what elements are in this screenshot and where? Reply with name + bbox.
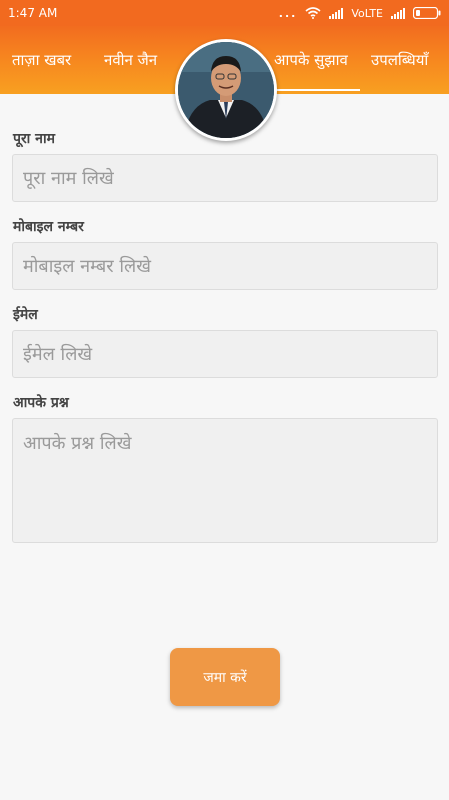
tab-naveen-jain[interactable]: नवीन जैन xyxy=(104,50,157,70)
profile-photo xyxy=(178,42,274,138)
question-label: आपके प्रश्न xyxy=(13,395,69,411)
submit-button[interactable]: जमा करें xyxy=(170,648,280,706)
tab-latest-news[interactable]: ताज़ा खबर xyxy=(12,50,71,70)
active-tab-indicator xyxy=(274,89,360,91)
signal-icon xyxy=(329,7,344,19)
email-input[interactable] xyxy=(12,330,438,378)
status-bar: 1:47 AM ... VoLTE xyxy=(0,0,449,26)
tab-your-suggestions[interactable]: आपके सुझाव xyxy=(274,50,348,70)
wifi-icon xyxy=(305,7,321,19)
question-textarea[interactable] xyxy=(12,418,438,543)
status-time: 1:47 AM xyxy=(8,6,58,20)
network-label: VoLTE xyxy=(351,6,383,20)
mobile-number-label: मोबाइल नम्बर xyxy=(13,219,84,235)
full-name-label: पूरा नाम xyxy=(13,131,55,147)
profile-avatar[interactable] xyxy=(175,39,277,141)
signal-icon-secondary xyxy=(391,7,405,19)
battery-icon xyxy=(413,7,441,19)
email-label: ईमेल xyxy=(13,307,38,323)
status-icons: ... VoLTE xyxy=(279,7,441,20)
mobile-number-input[interactable] xyxy=(12,242,438,290)
full-name-input[interactable] xyxy=(12,154,438,202)
more-dots: ... xyxy=(278,6,298,20)
tab-achievements[interactable]: उपलब्धियाँ xyxy=(371,50,428,70)
